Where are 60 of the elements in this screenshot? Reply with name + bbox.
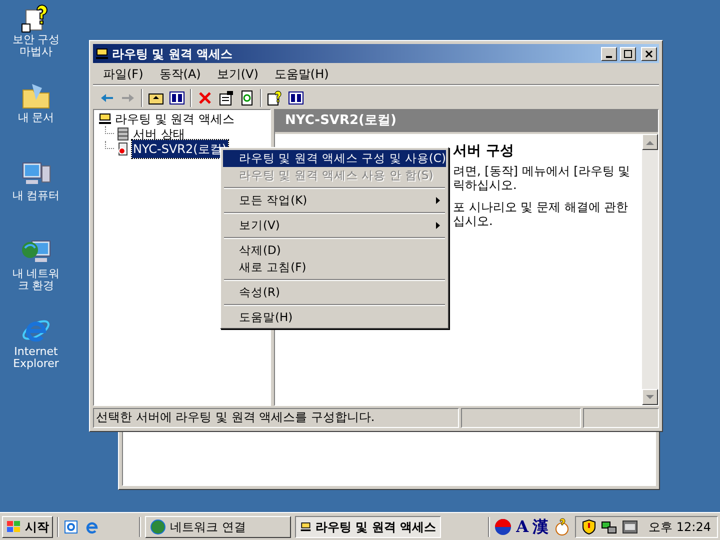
context-menu-item[interactable]: 모든 작업(K): [223, 192, 446, 209]
submenu-arrow-icon: [436, 222, 440, 229]
content-text: 십시오.: [453, 214, 494, 228]
network-tray-icon[interactable]: [600, 518, 617, 534]
minimize-icon: [606, 56, 612, 58]
router-icon: [300, 520, 312, 534]
panel-icon[interactable]: [288, 90, 304, 106]
panel-icon[interactable]: [169, 90, 185, 106]
context-menu-item[interactable]: 새로 고침(F): [223, 259, 446, 276]
context-menu-item[interactable]: 속성(R): [223, 284, 446, 301]
window-title: 라우팅 및 원격 액세스: [112, 46, 234, 62]
ime-mode-button[interactable]: 漢: [532, 514, 549, 538]
menu-item[interactable]: 보기(V): [210, 64, 264, 82]
taskbar-button[interactable]: 네트워크 연결: [145, 516, 291, 538]
context-menu-item[interactable]: 도움말(H): [223, 309, 446, 326]
desktop-icon-label[interactable]: 보안 구성 마법사: [9, 34, 63, 58]
content-text: 릭하십시오.: [453, 178, 518, 192]
properties-icon[interactable]: [218, 90, 234, 106]
maximize-icon: [624, 50, 632, 58]
shield-icon[interactable]: [582, 518, 596, 534]
desktop-icon-label[interactable]: Internet Explorer: [9, 346, 63, 370]
taskbar-button[interactable]: 라우팅 및 원격 액세스: [295, 516, 441, 538]
minimize-button[interactable]: [601, 46, 617, 60]
scroll-down-icon[interactable]: [646, 394, 654, 400]
server-stopped-icon: [116, 142, 130, 156]
close-icon: [645, 50, 653, 58]
desktop-icon-label[interactable]: 내 네트워크 환경: [9, 268, 63, 292]
maximize-button[interactable]: [620, 46, 636, 60]
content-text: 포 시나리오 및 문제 해결에 관한: [453, 200, 630, 214]
scroll-up-icon[interactable]: [646, 140, 654, 144]
content-heading: 서버 구성: [453, 142, 515, 160]
refresh-icon[interactable]: [239, 90, 255, 106]
context-menu-item[interactable]: 보기(V): [223, 217, 446, 234]
menu-item[interactable]: 파일(F): [97, 64, 150, 82]
tree-item[interactable]: NYC-SVR2(로컬): [132, 140, 228, 158]
router-icon: [98, 112, 112, 126]
globe-icon: [150, 518, 166, 534]
menu-item[interactable]: 동작(A): [153, 64, 207, 82]
desktop-icon-label[interactable]: 내 컴퓨터: [12, 190, 60, 202]
status-text: 선택한 서버에 라우팅 및 원격 액세스를 구성합니다.: [93, 408, 459, 428]
desktop-icon-label[interactable]: 내 문서: [18, 112, 54, 124]
tree-item[interactable]: 서버 상태: [132, 124, 186, 142]
server-stack-icon: [116, 126, 130, 140]
menu-item[interactable]: 도움말(H): [268, 64, 335, 82]
context-menu-item[interactable]: 라우팅 및 원격 액세스 구성 및 사용(C): [223, 150, 446, 167]
tree-item[interactable]: 라우팅 및 원격 액세스: [115, 110, 234, 128]
delete-icon[interactable]: [197, 90, 213, 106]
start-button[interactable]: 시작: [2, 516, 53, 538]
ime-mode-button[interactable]: A: [516, 514, 529, 538]
taegeuk-icon[interactable]: [494, 518, 512, 536]
windows-logo-icon: [6, 520, 22, 534]
submenu-arrow-icon: [436, 197, 440, 204]
monitor-tray-icon[interactable]: [622, 520, 638, 534]
context-menu-item[interactable]: 삭제(D): [223, 242, 446, 259]
pane-header: NYC-SVR2(로컬): [275, 110, 658, 132]
content-text: 려면, [동작] 메뉴에서 [라우팅 및: [453, 164, 632, 178]
clock: 오후 12:24: [648, 518, 711, 536]
help-icon[interactable]: [267, 90, 283, 106]
router-icon: [95, 46, 109, 60]
close-button[interactable]: [641, 46, 657, 60]
